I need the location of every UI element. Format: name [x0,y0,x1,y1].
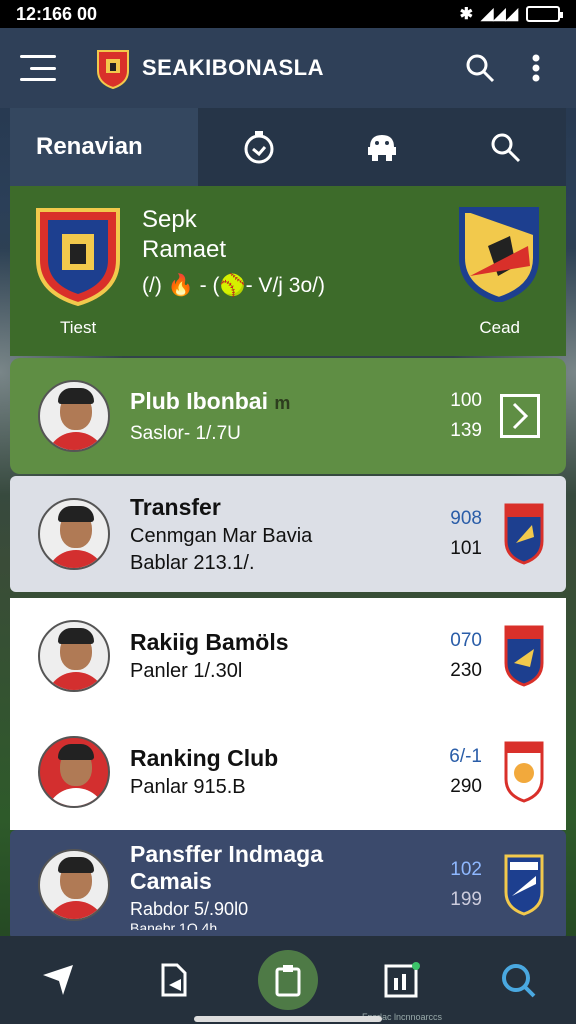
home-team-label: Tiest [60,318,97,337]
list-item-detail: Bablar 213.1/. [130,551,255,574]
list-item-subtitle: Cenmgan Mar Bavia [130,524,313,547]
list-item-detail: Banebr 1Q.4h [130,919,218,930]
search-icon [491,133,520,163]
list-item[interactable]: Pansffer Indmaga Camais Rabdor 5/.90l0 B… [10,830,566,940]
list-item-text: Ranking Club Panlar 915.B [130,745,422,799]
avatar [38,498,110,570]
bluetooth-icon: ✱ [459,6,474,23]
status-bar: 12:166 00 ✱ ◢◢◢ [0,0,576,28]
list-item-title: Plub Ibonbai m [130,387,291,414]
tab-renavian[interactable]: Renavian [10,108,198,186]
match-score: (/) 🔥 - (🥎- V/j 3o/) [142,274,325,297]
club-badge-icon [504,741,544,803]
list-item-title-line2: Camais [130,867,212,894]
list-item-stats: 908 101 [450,508,482,559]
battery-icon [526,6,563,22]
tab-timer[interactable] [198,108,321,186]
signal-icon: ◢◢◢ [481,6,518,23]
nav-clipboard-fab[interactable] [258,950,318,1010]
list-item-text: Plub Ibonbai m Saslor- 1/.7U [130,388,422,445]
app-title: SEAKIBONASLA [142,55,325,80]
search-icon [466,54,495,83]
club-badge-icon [504,503,544,565]
list-item-subtitle: Rabdor 5/.90l0 [130,898,249,919]
avatar [38,736,110,808]
avatar [38,380,110,452]
list-item-text: Pansffer Indmaga Camais Rabdor 5/.90l0 B… [130,841,422,930]
search-button[interactable] [460,48,500,88]
away-team-crest-icon [459,207,539,302]
match-card[interactable]: Sepk Ramaet (/) 🔥 - (🥎- V/j 3o/) Tiest C… [10,186,566,356]
list-item-subtitle: Saslor- 1/.7U [130,422,241,444]
list-item[interactable]: Rakiig Bamöls Panler 1/.30l 070 230 [10,598,566,714]
clipboard-icon [275,965,301,997]
menu-icon[interactable] [20,55,56,81]
chevron-right-icon [512,402,529,430]
search-icon [502,964,536,998]
navigation-arrow-icon [43,965,73,995]
list-item-title: Ranking Club [130,745,279,771]
tab-search[interactable] [443,108,566,186]
away-team-label: Cead [479,318,520,337]
list-item[interactable]: Transfer Cenmgan Mar Bavia Bablar 213.1/… [10,476,566,592]
nav-documents[interactable] [142,948,206,1012]
tab-robot[interactable] [321,108,444,186]
app-logo-icon [97,50,129,89]
document-icon [161,963,187,997]
team1-name: Sepk [142,206,197,233]
list-item-stats: 102 199 [450,859,482,910]
app-bar: SEAKIBONASLA [0,28,576,108]
timer-icon [244,131,274,164]
robot-icon [368,135,396,161]
status-time: 12:166 00 [16,3,98,24]
more-options-button[interactable] [516,48,556,88]
nav-search[interactable] [486,948,550,1012]
list-item-title: Rakiig Bamöls [130,629,289,655]
home-indicator[interactable] [194,1016,382,1022]
list-item-title: Transfer [130,493,221,520]
avatar [38,849,110,921]
list-item-text: Transfer Cenmgan Mar Bavia Bablar 213.1/… [130,494,422,575]
tab-bar: Renavian [10,108,566,186]
list-item-stats: 070 230 [450,630,482,681]
open-button[interactable] [500,394,540,438]
home-team-crest-icon [36,208,120,306]
list-item-stats: 6/-1 290 [449,746,482,797]
list-item-subtitle: Panlar 915.B [130,776,246,798]
list-item[interactable]: Ranking Club Panlar 915.B 6/-1 290 [10,714,566,830]
list-item[interactable]: Plub Ibonbai m Saslor- 1/.7U 100 139 [10,358,566,474]
club-badge-icon [504,625,544,687]
stats-icon [384,962,420,998]
bottom-navigation: Fpsrlac lncnnoarccs [0,936,576,1024]
nav-navigate[interactable] [26,948,90,1012]
team2-name: Ramaet [142,236,227,263]
list-item-title: Pansffer Indmaga [130,840,323,867]
list-item-text: Rakiig Bamöls Panler 1/.30l [130,629,422,683]
more-vert-icon [532,54,540,82]
avatar [38,620,110,692]
nav-stats[interactable]: Fpsrlac lncnnoarccs [362,948,442,1022]
status-icons: ✱ ◢◢◢ [459,4,563,24]
list-item-subtitle: Panler 1/.30l [130,660,243,682]
list-item-stats: 100 139 [450,390,482,441]
club-badge-icon [504,854,544,916]
